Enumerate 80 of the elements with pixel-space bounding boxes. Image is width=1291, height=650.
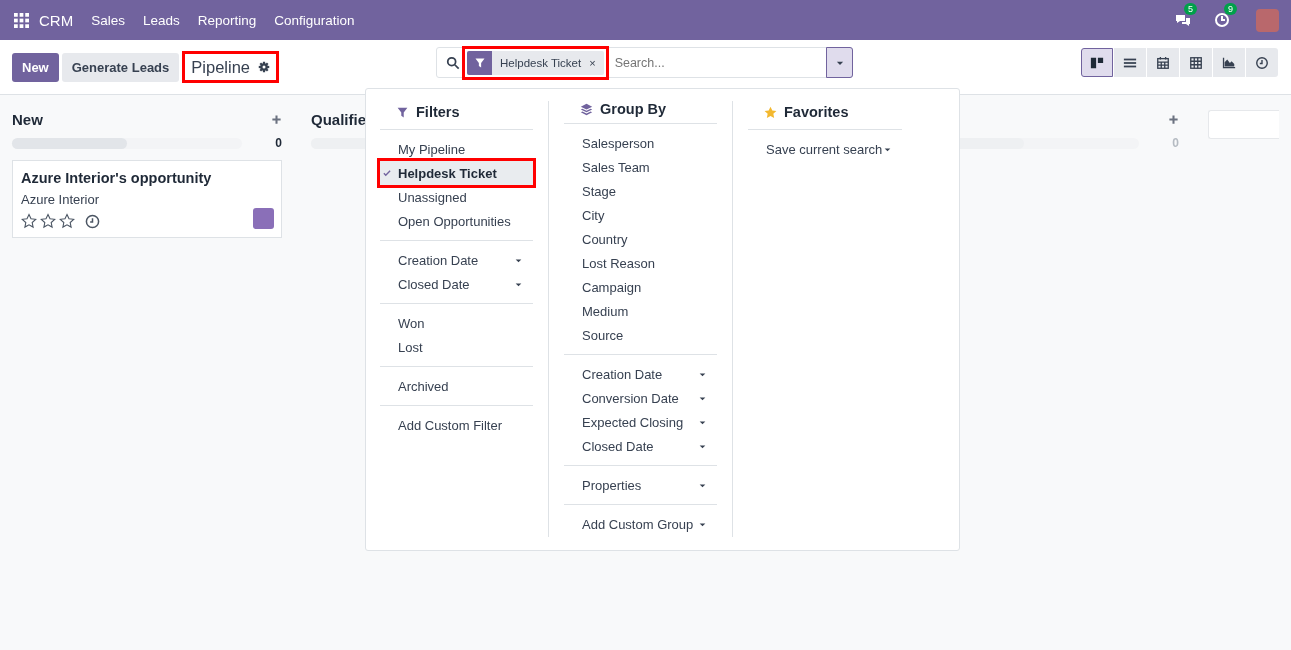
- priority-stars[interactable]: [21, 213, 75, 229]
- menu-option[interactable]: Closed Date: [564, 434, 717, 458]
- menu-option[interactable]: Creation Date: [564, 362, 717, 386]
- menu-option[interactable]: Save current search: [748, 137, 902, 161]
- graph-icon: [1222, 55, 1236, 70]
- menu-item[interactable]: Leads: [142, 12, 180, 28]
- option-label: Helpdesk Ticket: [398, 165, 497, 181]
- menu-item[interactable]: Configuration: [274, 12, 355, 28]
- kanban-view-button[interactable]: [1081, 48, 1113, 77]
- menu-option[interactable]: Closed Date: [380, 272, 533, 296]
- chat-icon[interactable]: [1174, 12, 1192, 28]
- column-title: Qualifie: [311, 110, 366, 128]
- menu-option[interactable]: Expected Closing: [564, 410, 717, 434]
- menu-option[interactable]: Campaign: [564, 275, 717, 299]
- layers-icon: [580, 102, 593, 116]
- apps-menu-icon[interactable]: [14, 12, 29, 28]
- menu-option[interactable]: Stage: [564, 179, 717, 203]
- search-icon[interactable]: [446, 55, 460, 70]
- salesperson-avatar: [253, 208, 274, 229]
- graph-view-button[interactable]: [1213, 48, 1245, 77]
- search-field[interactable]: Helpdesk Ticket × Search...: [436, 47, 853, 78]
- remove-facet-button[interactable]: ×: [589, 56, 604, 69]
- menu-option[interactable]: Won: [380, 311, 533, 335]
- menu-option[interactable]: Sales Team: [564, 155, 717, 179]
- custom-group-select[interactable]: Add Custom Group: [564, 512, 717, 536]
- menu-option-row[interactable]: Helpdesk Ticket: [377, 158, 536, 188]
- gear-icon[interactable]: [258, 61, 270, 73]
- star-icon[interactable]: [40, 213, 56, 229]
- calendar-icon: [1156, 55, 1170, 70]
- menu-option[interactable]: Unassigned: [380, 185, 533, 209]
- kanban-icon: [1090, 55, 1104, 70]
- pivot-icon: [1189, 55, 1203, 70]
- menu-option[interactable]: Archived: [380, 374, 533, 398]
- check-icon: [382, 168, 392, 178]
- menu-option[interactable]: City: [564, 203, 717, 227]
- funnel-icon: [473, 56, 486, 69]
- column-count: 0: [275, 136, 282, 150]
- plus-icon[interactable]: [271, 113, 282, 125]
- menu-option[interactable]: Source: [564, 323, 717, 347]
- app-name[interactable]: CRM: [39, 11, 74, 29]
- plus-icon[interactable]: [1168, 113, 1179, 125]
- activity-count-badge: 9: [1224, 3, 1237, 15]
- menu-item[interactable]: Sales: [91, 12, 125, 28]
- activity-icon: [1255, 55, 1269, 70]
- column-title: New: [12, 110, 43, 128]
- list-view-button[interactable]: [1114, 48, 1146, 77]
- menu-option[interactable]: Open Opportunities: [380, 209, 533, 233]
- menu-item[interactable]: Reporting: [197, 12, 257, 28]
- opportunity-card[interactable]: Azure Interior's opportunity Azure Interior: [12, 160, 282, 238]
- star-icon[interactable]: [21, 213, 37, 229]
- menu-option[interactable]: Salesperson: [564, 131, 717, 155]
- message-count-badge: 5: [1184, 3, 1197, 15]
- filter-facet[interactable]: Helpdesk Ticket ×: [467, 50, 604, 75]
- generate-leads-button[interactable]: Generate Leads: [61, 52, 180, 82]
- menu-option[interactable]: Conversion Date: [564, 386, 717, 410]
- section-title: Group By: [600, 101, 667, 117]
- menu-option[interactable]: My Pipeline: [380, 137, 533, 161]
- menu-option[interactable]: Country: [564, 227, 717, 251]
- card-title: Azure Interior's opportunity: [21, 170, 213, 186]
- search-options-toggle[interactable]: [826, 47, 853, 78]
- section-title: Favorites: [784, 104, 849, 120]
- menu-option[interactable]: Properties: [564, 473, 717, 497]
- new-button[interactable]: New: [12, 52, 59, 82]
- menu-option[interactable]: Lost: [380, 335, 533, 359]
- menu-option[interactable]: Creation Date: [380, 248, 533, 272]
- clock-icon[interactable]: [85, 213, 100, 229]
- column-count: 0: [1172, 136, 1179, 150]
- funnel-icon: [396, 105, 409, 119]
- section-title: Filters: [416, 104, 460, 120]
- calendar-view-button[interactable]: [1147, 48, 1179, 77]
- page-title: Pipeline: [191, 57, 250, 77]
- activity-view-button[interactable]: [1246, 48, 1278, 77]
- pivot-view-button[interactable]: [1180, 48, 1212, 77]
- facet-label: Helpdesk Ticket: [499, 56, 583, 69]
- menu-option[interactable]: Add Custom Filter: [380, 413, 533, 437]
- star-icon[interactable]: [59, 213, 75, 229]
- menu-option[interactable]: Medium: [564, 299, 717, 323]
- card-customer: Azure Interior: [21, 192, 101, 207]
- menu-option[interactable]: Lost Reason: [564, 251, 717, 275]
- star-icon: [764, 105, 777, 119]
